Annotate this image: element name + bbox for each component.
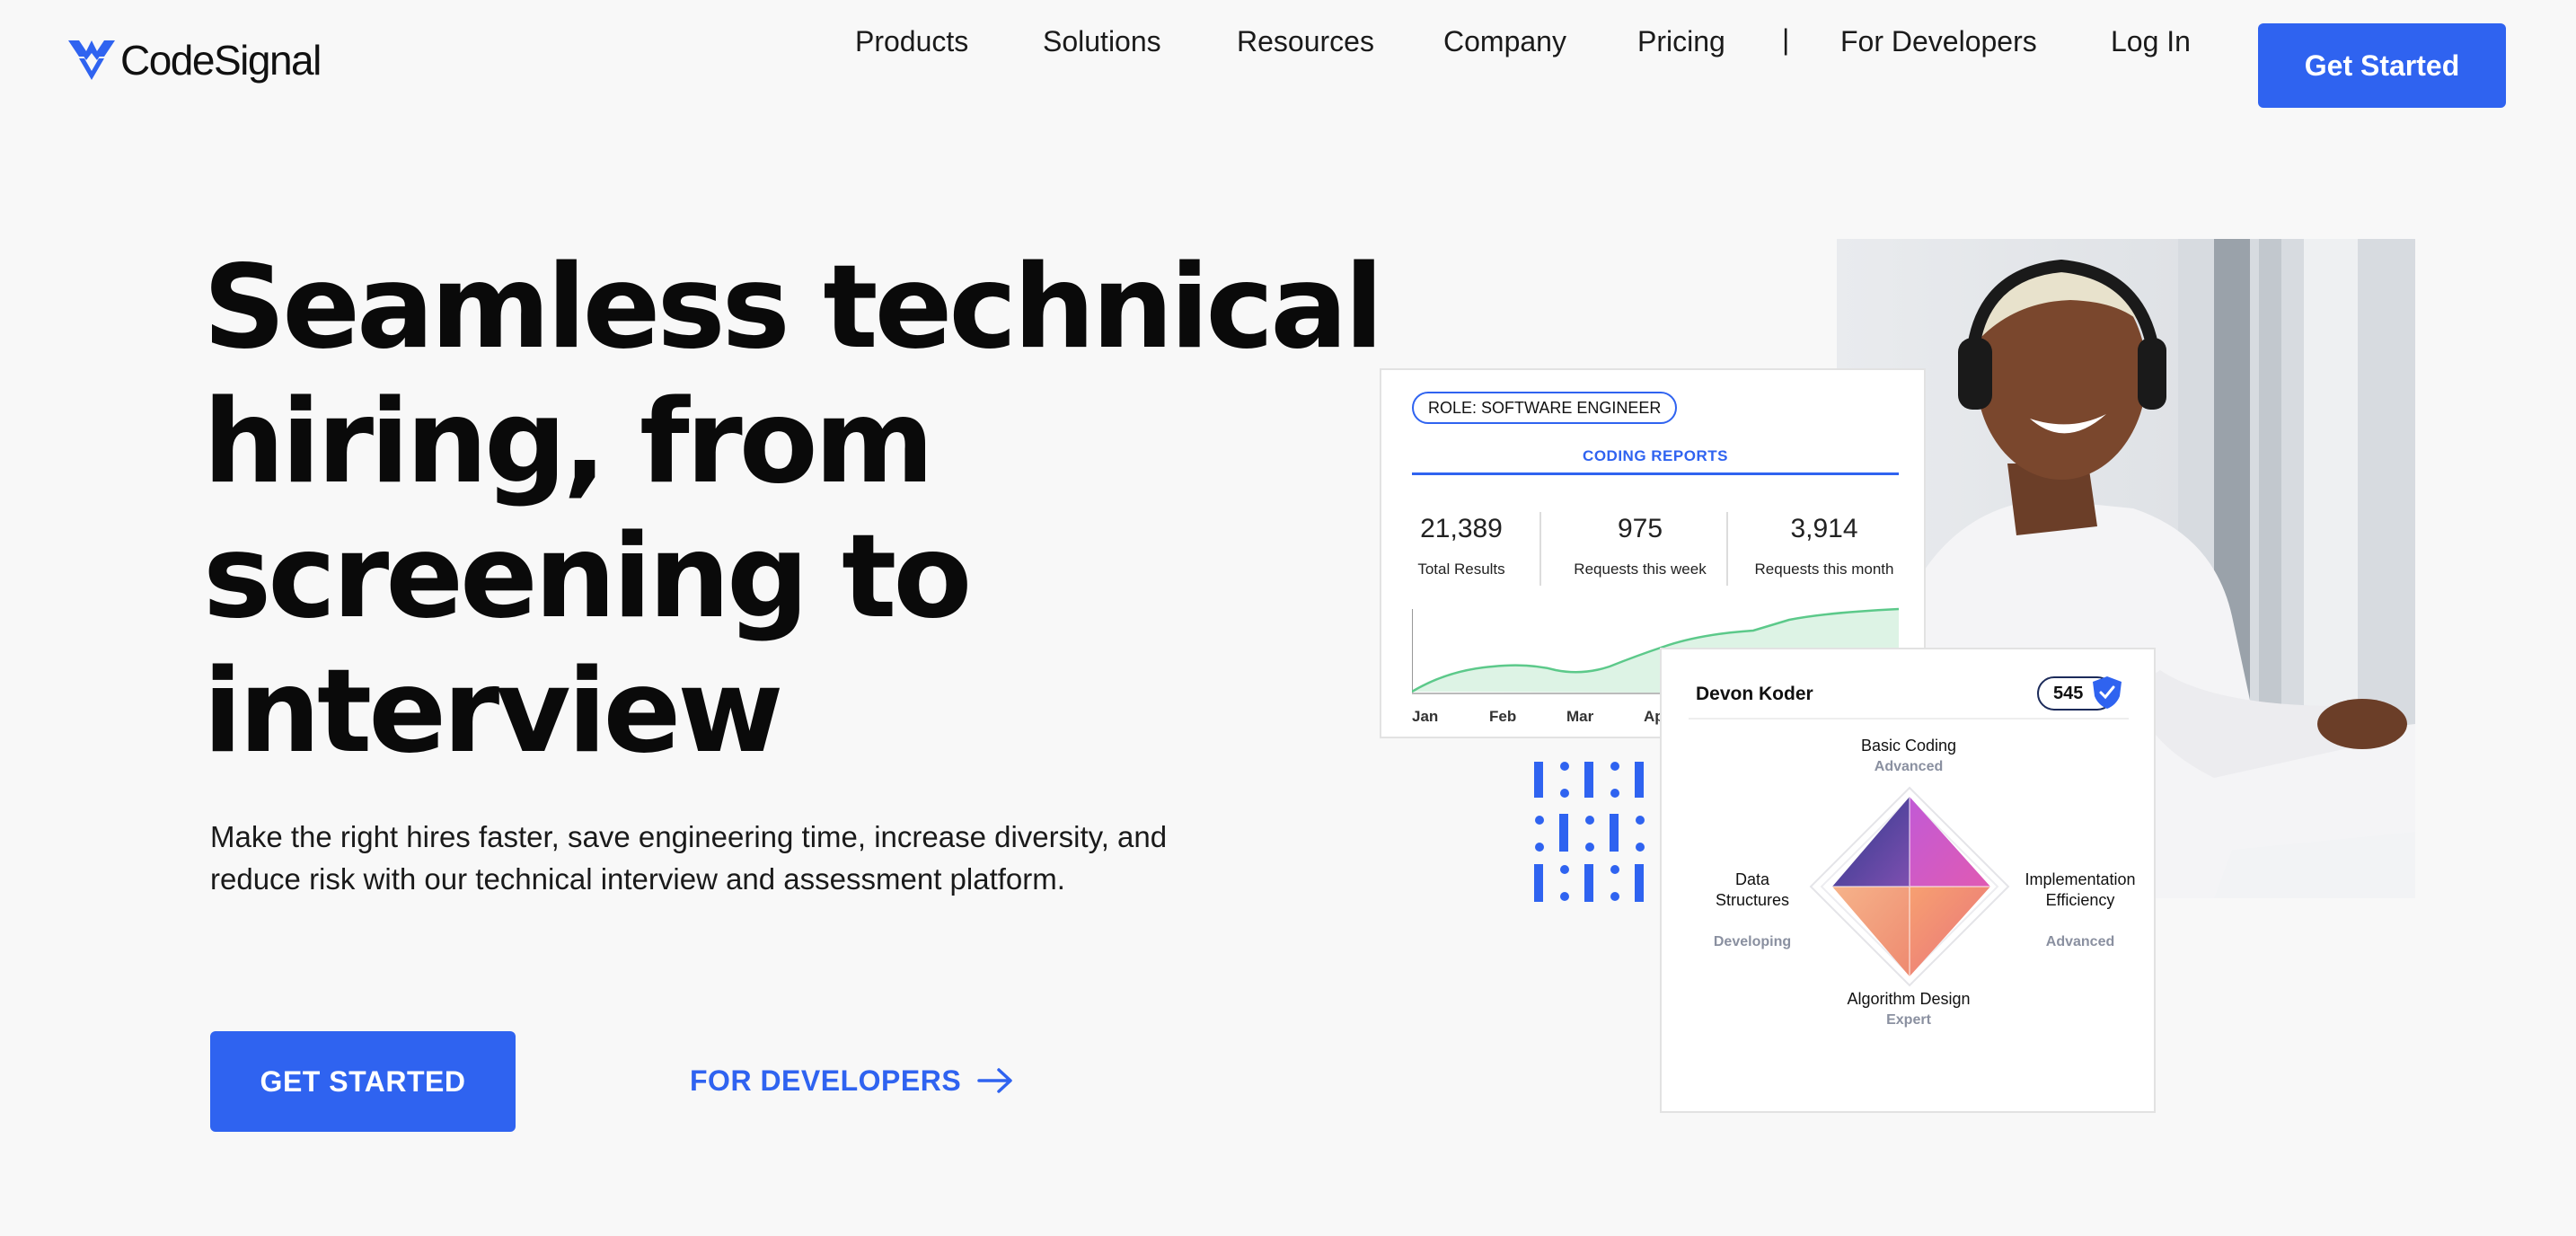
role-badge: ROLE: SOFTWARE ENGINEER (1412, 392, 1678, 424)
stat-requests-month: 3,914 Requests this month (1744, 514, 1904, 578)
hero-subtext: Make the right hires faster, save engine… (210, 820, 1168, 896)
nav-get-started-button[interactable]: Get Started (2258, 23, 2506, 108)
month-label: Jan (1412, 708, 1439, 725)
skill-level: Advanced (2045, 934, 2115, 949)
skill-algorithm-design: Algorithm Design Expert (1814, 989, 2003, 1030)
stat-value: 975 (1617, 514, 1663, 543)
stat-total-results: 21,389 Total Results (1412, 514, 1511, 578)
skill-name: Basic Coding (1860, 737, 1957, 755)
codesignal-logo-icon (68, 40, 115, 80)
hero-get-started-button[interactable]: GET STARTED (210, 1031, 516, 1132)
card-divider (1689, 718, 2129, 720)
decorative-dot-pattern (1534, 762, 1645, 902)
arrow-right-icon (977, 1068, 1012, 1093)
headline-line-3: screening to (203, 510, 972, 644)
headline-line-1: Seamless technical (203, 241, 1384, 375)
hero-for-developers-link[interactable]: FOR DEVELOPERS (690, 1058, 1013, 1103)
headline-line-2: hiring, from (203, 375, 934, 509)
candidate-name: Devon Koder (1696, 684, 1813, 704)
nav-products[interactable]: Products (855, 25, 968, 58)
stat-divider (1539, 512, 1541, 586)
hero-headline: Seamless technical hiring, from screenin… (203, 241, 1384, 780)
skill-name: Data Structures (1715, 870, 1790, 909)
stat-label: Requests this month (1754, 561, 1894, 578)
for-developers-label: FOR DEVELOPERS (690, 1064, 962, 1097)
nav-resources[interactable]: Resources (1237, 25, 1374, 58)
stat-label: Requests this week (1574, 561, 1707, 578)
stat-requests-week: 975 Requests this week (1557, 514, 1723, 578)
skill-basic-coding: Basic Coding Advanced (1814, 736, 2003, 777)
coding-score: 545 (2053, 684, 2084, 703)
skills-radar-chart (1809, 786, 2010, 987)
month-label: Mar (1566, 708, 1594, 725)
stat-value: 21,389 (1420, 514, 1503, 543)
skill-data-structures: Data Structures Developing (1694, 849, 1811, 973)
brand-name: CodeSignal (120, 37, 322, 84)
skill-implementation-efficiency: Implementation Efficiency Advanced (2008, 849, 2152, 973)
nav-login[interactable]: Log In (2111, 25, 2191, 58)
nav-solutions[interactable]: Solutions (1043, 25, 1161, 58)
stat-value: 3,914 (1790, 514, 1858, 543)
nav-for-developers[interactable]: For Developers (1840, 25, 2037, 58)
nav-company[interactable]: Company (1443, 25, 1566, 58)
stat-label: Total Results (1417, 561, 1505, 578)
skill-level: Developing (1713, 934, 1792, 949)
skill-level: Advanced (1874, 759, 1944, 774)
skill-name: Implementation Efficiency (2025, 870, 2136, 909)
month-label: Feb (1489, 708, 1517, 725)
top-navigation: CodeSignal Products Solutions Resources … (0, 0, 2576, 131)
verified-shield-icon (2093, 676, 2122, 709)
nav-separator: | (1782, 23, 1790, 56)
stat-divider (1726, 512, 1728, 586)
skill-name: Algorithm Design (1847, 990, 1971, 1008)
headline-line-4: interview (203, 645, 784, 779)
title-underline (1412, 472, 1899, 475)
coding-reports-title: CODING REPORTS (1583, 447, 1728, 464)
candidate-profile-card: Devon Koder 545 Basic Coding Advanced Da… (1660, 648, 2156, 1113)
nav-pricing[interactable]: Pricing (1637, 25, 1725, 58)
codesignal-logo[interactable]: CodeSignal (66, 36, 322, 84)
skill-level: Expert (1886, 1012, 1931, 1028)
